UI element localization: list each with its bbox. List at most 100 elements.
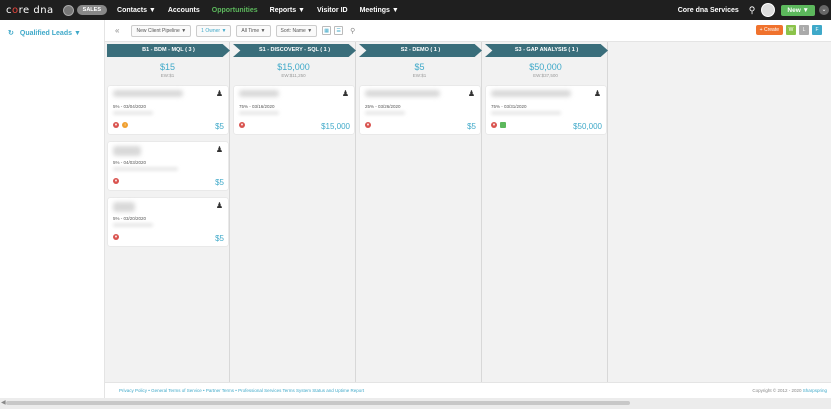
opportunity-card[interactable]: ♟ 5% - 04/03/2020 ▼ $5 [108,142,228,190]
card-contact [113,167,178,171]
stage-header[interactable]: S1 - DISCOVERY - SQL ( 1 ) [233,44,356,57]
top-nav: core dna SALES Contacts ▼ Accounts Oppor… [0,0,831,20]
time-filter[interactable]: All Time ▼ [236,24,271,37]
stage-ew: EW:$37,500 [533,73,558,78]
person-icon: ♟ [341,89,349,98]
create-button[interactable]: + Create [755,25,783,35]
card-probability: 25% - 03/26/2020 [365,104,401,109]
avatar[interactable] [761,3,776,17]
filter-button[interactable]: F [812,25,822,35]
card-title [113,146,141,156]
list-selector[interactable]: ↻ Qualified Leads ▼ [8,29,81,38]
priority-icon[interactable]: ▼ [113,234,119,240]
stage-column-s2: S2 - DEMO ( 1 ) $5 EW:$1 ♟ 25% - 03/26/2… [357,42,482,382]
priority-icon[interactable]: ▼ [113,122,119,128]
card-probability: 5% - 03/04/2020 [113,104,147,109]
card-probability: 75% - 03/16/2020 [239,104,275,109]
search-icon[interactable]: ⚲ [749,5,756,16]
person-icon: ♟ [467,89,475,98]
chevron-down-icon[interactable]: ⌄ [819,5,829,15]
stage-ew: EW:$1 [160,73,175,78]
logo-text-right: re dna [18,4,54,16]
won-button[interactable]: W [786,25,796,35]
grid-view-icon[interactable]: ▦ [322,26,332,35]
app-switcher-icon[interactable] [62,4,74,16]
nav-contacts[interactable]: Contacts ▼ [117,7,156,14]
priority-icon[interactable]: ▼ [491,122,497,128]
new-button[interactable]: New ▼ [781,4,815,16]
card-contact [239,111,279,115]
card-amount: $50,000 [573,122,602,131]
sales-badge[interactable]: SALES [76,5,108,15]
card-amount: $5 [215,122,224,131]
stage-amount: $50,000 [529,62,562,72]
stage-column-s3: S3 - GAP ANALYSIS ( 1 ) $50,000 EW:$37,5… [483,42,608,382]
card-title [239,90,279,97]
pipeline-board: B1 - BDM - MQL ( 3 ) $15 EW:$1 ♟ 5% - 03… [105,42,831,382]
nav-meetings[interactable]: Meetings ▼ [360,7,399,14]
card-probability: 5% - 04/03/2020 [113,160,147,165]
collapse-icon[interactable]: « [115,26,119,35]
nav-reports[interactable]: Reports ▼ [270,7,305,14]
scroll-left-icon[interactable]: ◀ [1,399,6,406]
stage-ew: EW:$11,250 [281,73,306,78]
card-amount: $5 [215,178,224,187]
stage-amount: $5 [414,62,425,72]
page-footer: Privacy Policy • General Terms of Servic… [105,382,831,398]
priority-icon[interactable]: ▼ [113,178,119,184]
sort-select[interactable]: Sort: Name ▼ [275,24,318,37]
card-title [491,90,571,97]
person-icon: ♟ [593,89,601,98]
nav-right: Core dna Services ⚲ New ▼ ⌄ [678,0,831,20]
main-menu: Contacts ▼ Accounts Opportunities Report… [117,7,411,14]
nav-visitor-id[interactable]: Visitor ID [317,7,348,14]
nav-opportunities[interactable]: Opportunities [212,7,258,14]
priority-icon[interactable]: ▼ [365,122,371,128]
list-view-icon[interactable]: ☰ [334,26,344,35]
stage-column-s1: S1 - DISCOVERY - SQL ( 1 ) $15,000 EW:$1… [231,42,356,382]
card-contact [365,111,405,115]
owner-filter[interactable]: 1 Owner ▼ [196,24,232,37]
card-contact [113,111,153,115]
stage-column-b1: B1 - BDM - MQL ( 3 ) $15 EW:$1 ♟ 5% - 03… [105,42,230,382]
opportunity-card[interactable]: ♟ 75% - 03/31/2020 ▼ $50,000 [486,86,606,134]
nav-accounts[interactable]: Accounts [168,7,200,14]
copyright-text: Copyright © 2012 - 2020 [752,388,803,393]
owner-filter-label: 1 Owner ▼ [201,27,227,34]
stage-header[interactable]: S2 - DEMO ( 1 ) [359,44,482,57]
horizontal-scrollbar[interactable]: ◀ [0,398,831,409]
card-amount: $5 [215,234,224,243]
warning-icon[interactable]: ! [122,122,128,128]
stage-amount: $15 [159,62,176,72]
person-icon: ♟ [215,89,223,98]
card-amount: $15,000 [321,122,350,131]
copyright-brand-link[interactable]: Sharpspring [803,388,827,393]
card-contact [491,111,561,115]
list-title: Qualified Leads ▼ [19,29,81,37]
service-name[interactable]: Core dna Services [678,7,739,14]
toolbar-actions: + Create W L F [755,25,825,35]
opportunity-card[interactable]: ♟ 25% - 03/26/2020 ▼ $5 [360,86,480,134]
card-title [113,90,183,97]
refresh-icon[interactable]: ↻ [8,29,14,37]
copyright: Copyright © 2012 - 2020 Sharpspring [752,388,827,393]
card-probability: 5% - 03/20/2020 [113,216,147,221]
card-probability: 75% - 03/31/2020 [491,104,527,109]
opportunity-card[interactable]: ♟ 5% - 03/04/2020 ▼ ! $5 [108,86,228,134]
document-icon[interactable] [500,122,506,128]
pipeline-toolbar: « New Client Pipeline ▼ 1 Owner ▼ All Ti… [105,20,831,42]
footer-links[interactable]: Privacy Policy • General Terms of Servic… [119,388,364,393]
priority-icon[interactable]: ▼ [239,122,245,128]
stage-header[interactable]: B1 - BDM - MQL ( 3 ) [107,44,230,57]
stage-amount: $15,000 [277,62,310,72]
stage-header[interactable]: S3 - GAP ANALYSIS ( 1 ) [485,44,608,57]
scrollbar-thumb[interactable] [6,401,630,405]
opportunity-card[interactable]: ♟ 5% - 03/20/2020 ▼ $5 [108,198,228,246]
card-amount: $5 [467,122,476,131]
lost-button[interactable]: L [799,25,809,35]
app-logo[interactable]: core dna [6,5,54,16]
pipeline-select[interactable]: New Client Pipeline ▼ [131,24,192,37]
opportunity-card[interactable]: ♟ 75% - 03/16/2020 ▼ $15,000 [234,86,354,134]
person-icon: ♟ [215,201,223,210]
search-icon[interactable]: ⚲ [350,27,355,35]
